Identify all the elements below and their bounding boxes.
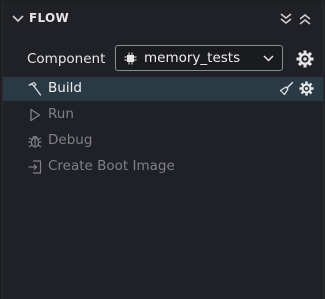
gear-icon[interactable] (296, 50, 314, 68)
hammer-icon (28, 81, 42, 96)
task-debug[interactable]: Debug (3, 129, 323, 153)
play-icon (30, 108, 41, 122)
flow-panel: FLOW Component memory_tests Build Run De… (2, 2, 324, 299)
component-select[interactable]: memory_tests (115, 45, 283, 71)
task-build[interactable]: Build (3, 77, 323, 101)
task-create-boot-image[interactable]: Create Boot Image (3, 155, 323, 179)
chip-icon (124, 52, 137, 65)
chevron-down-icon[interactable] (12, 14, 24, 24)
panel-title: FLOW (29, 11, 70, 25)
component-select-value: memory_tests (144, 50, 241, 66)
task-label: Build (48, 80, 82, 96)
component-row: Component memory_tests (3, 42, 323, 76)
task-label: Create Boot Image (48, 158, 175, 174)
chevron-down-icon (263, 55, 274, 62)
task-run[interactable]: Run (3, 103, 323, 127)
boot-image-icon (28, 160, 42, 174)
task-label: Debug (48, 132, 93, 148)
bug-icon (28, 135, 42, 148)
collapse-all-icon[interactable] (279, 12, 293, 26)
panel-header[interactable]: FLOW (3, 2, 323, 36)
expand-all-icon[interactable] (298, 12, 312, 26)
task-label: Run (48, 106, 74, 122)
gear-icon[interactable] (299, 81, 314, 96)
component-label: Component (27, 51, 106, 67)
broom-icon[interactable] (279, 81, 294, 96)
